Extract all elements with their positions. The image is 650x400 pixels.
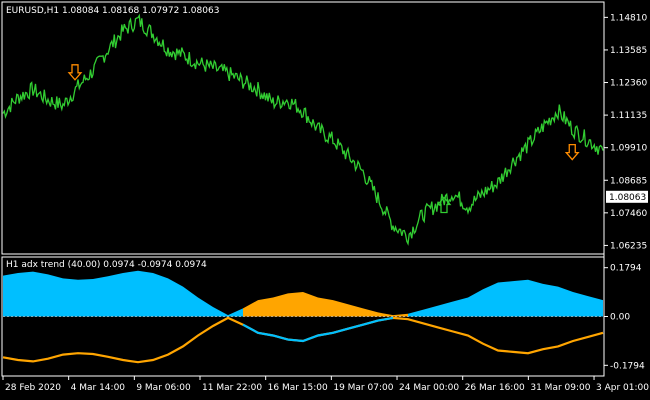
indicator-tick-label: -0.1794: [610, 361, 645, 371]
current-price-marker: 1.08063: [606, 190, 648, 203]
price-tick-label: 1.12360: [610, 79, 647, 89]
time-tick-label: 28 Feb 2020: [5, 383, 61, 393]
indicator-fill: [138, 270, 153, 317]
price-tick-label: 1.08685: [610, 176, 647, 186]
price-tick-label: 1.14810: [610, 13, 647, 23]
time-tick-label: 26 Mar 16:00: [465, 383, 525, 393]
time-tick-label: 16 Mar 15:00: [268, 383, 328, 393]
indicator-fill: [288, 292, 303, 317]
time-tick-label: 31 Mar 09:00: [530, 383, 590, 393]
time-tick-label: 4 Mar 14:00: [71, 383, 126, 393]
indicator-fill: [48, 274, 63, 317]
price-tick-label: 1.09910: [610, 144, 647, 154]
indicator-fill: [78, 278, 93, 317]
time-axis[interactable]: 28 Feb 2020 4 Mar 14:00 9 Mar 06:00 11 Mar …: [2, 376, 649, 393]
time-tick-label: 24 Mar 00:00: [399, 383, 459, 393]
price-tick-label: 1.06235: [610, 241, 647, 251]
indicator-fill: [108, 272, 123, 317]
indicator-fill: [18, 271, 33, 317]
price-scale[interactable]: 1.14810 1.13585 1.12360 1.11135 1.09910 1.086…: [604, 13, 647, 251]
indicator-fill: [573, 292, 588, 317]
indicator-fill: [153, 272, 168, 317]
price-tick-label: 1.11135: [610, 111, 647, 121]
indicator-fill: [513, 279, 528, 317]
chart-window[interactable]: EURUSD,H1 1.08084 1.08168 1.07972 1.0806…: [0, 0, 650, 400]
indicator-fill: [543, 283, 558, 317]
indicator-fill: [258, 297, 273, 317]
symbol-info: EURUSD,H1 1.08084 1.08168 1.07972 1.0806…: [6, 6, 219, 16]
indicator-fill: [123, 270, 138, 317]
indicator-title: H1 adx trend (40.00) 0.0974 -0.0974 0.09…: [6, 260, 207, 270]
indicator-tick-label: 0.1794: [610, 264, 642, 274]
price-tick-label: 1.07460: [610, 209, 647, 219]
indicator-scale[interactable]: 0.1794 0.00 -0.1794: [604, 264, 645, 372]
indicator-fill: [63, 278, 78, 317]
indicator-fill: [318, 297, 333, 317]
time-tick-label: 9 Mar 06:00: [136, 383, 191, 393]
indicator-tick-label: 0.00: [610, 313, 630, 323]
current-price-label: 1.08063: [609, 193, 646, 203]
indicator-fill: [528, 279, 543, 317]
price-panel[interactable]: [1, 1, 605, 255]
time-tick-label: 3 Apr 01:00: [596, 383, 649, 393]
time-tick-label: 11 Mar 22:00: [202, 383, 262, 393]
time-tick-label: 19 Mar 07:00: [333, 383, 393, 393]
indicator-fill: [33, 271, 48, 317]
price-tick-label: 1.13585: [610, 46, 647, 56]
indicator-fill: [3, 272, 18, 317]
indicator-fill: [93, 276, 108, 317]
indicator-fill: [498, 281, 513, 317]
